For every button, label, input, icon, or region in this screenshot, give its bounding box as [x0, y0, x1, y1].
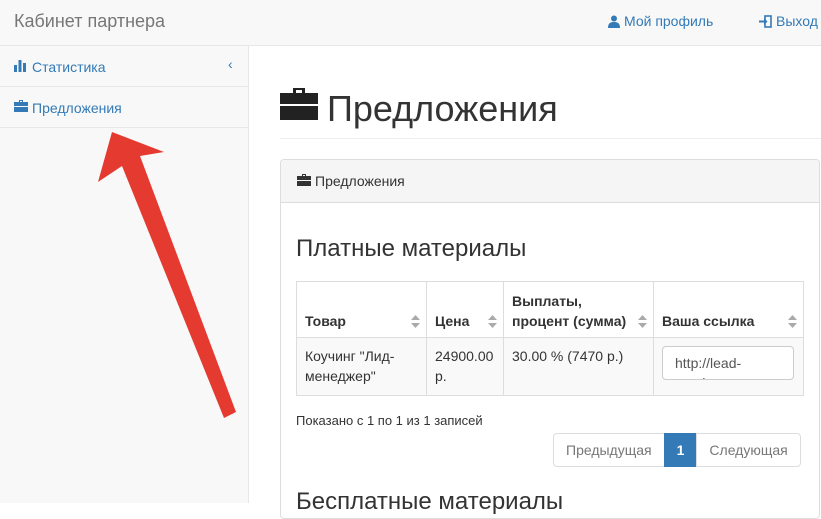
column-header-link[interactable]: Ваша ссылка [653, 281, 804, 338]
sort-icon [411, 315, 420, 328]
logout-icon [759, 15, 772, 28]
sidebar-item-label: Предложения [32, 100, 122, 116]
sidebar: Статистика ‹ Предложения [0, 46, 249, 503]
referral-link-field[interactable]: http://lead-academy [662, 346, 794, 380]
column-header-label: Цена [435, 313, 470, 329]
logout-link-label: Выход [776, 13, 818, 29]
column-header-label: Выплаты, процент (сумма) [512, 293, 627, 329]
column-header-price[interactable]: Цена [426, 281, 504, 338]
prev-page-button[interactable]: Предыдущая [553, 433, 665, 467]
chevron-left-icon[interactable]: ‹ [228, 56, 233, 72]
profile-link-label: Мой профиль [624, 13, 714, 29]
sidebar-item-offers[interactable]: Предложения [0, 87, 248, 128]
briefcase-icon [280, 88, 318, 120]
next-page-button[interactable]: Следующая [696, 433, 801, 467]
sort-icon [638, 315, 647, 328]
section-title-paid: Платные материалы [296, 235, 527, 262]
briefcase-icon [297, 174, 311, 186]
page-button-1[interactable]: 1 [663, 433, 698, 467]
panel-heading: Предложения [281, 160, 819, 203]
logout-link[interactable]: Выход [759, 13, 818, 29]
column-header-label: Ваша ссылка [662, 313, 755, 329]
page-header: Предложения [280, 84, 821, 139]
cell-link: http://lead-academy [653, 337, 804, 396]
pagination: Предыдущая 1 Следующая [553, 433, 801, 467]
top-navbar: Кабинет партнера Мой профиль Выход [0, 0, 821, 46]
table-info: Показано с 1 по 1 из 1 записей [296, 413, 483, 428]
page-title: Предложения [327, 88, 558, 129]
cell-price: 24900.00 р. [426, 337, 504, 396]
section-title-free: Бесплатные материалы [296, 488, 564, 515]
user-icon [608, 15, 620, 28]
column-header-payout[interactable]: Выплаты, процент (сумма) [503, 281, 654, 338]
column-header-product[interactable]: Товар [296, 281, 427, 338]
sidebar-item-statistics[interactable]: Статистика ‹ [0, 46, 248, 87]
table-row: Коучинг "Лид-менеджер" 24900.00 р. 30.00… [296, 337, 804, 396]
sidebar-item-label: Статистика [32, 59, 106, 75]
column-header-label: Товар [305, 313, 346, 329]
sort-icon [488, 315, 497, 328]
briefcase-icon [14, 100, 28, 112]
panel-heading-label: Предложения [315, 173, 405, 189]
profile-link[interactable]: Мой профиль [608, 13, 713, 29]
brand-title[interactable]: Кабинет партнера [14, 11, 165, 32]
cell-payout: 30.00 % (7470 р.) [503, 337, 654, 396]
cell-product: Коучинг "Лид-менеджер" [296, 337, 427, 396]
bar-chart-icon [14, 60, 26, 72]
offers-table: Товар Цена Выплаты, процент (сумма) Ваша… [296, 281, 804, 396]
sort-icon [788, 315, 797, 328]
